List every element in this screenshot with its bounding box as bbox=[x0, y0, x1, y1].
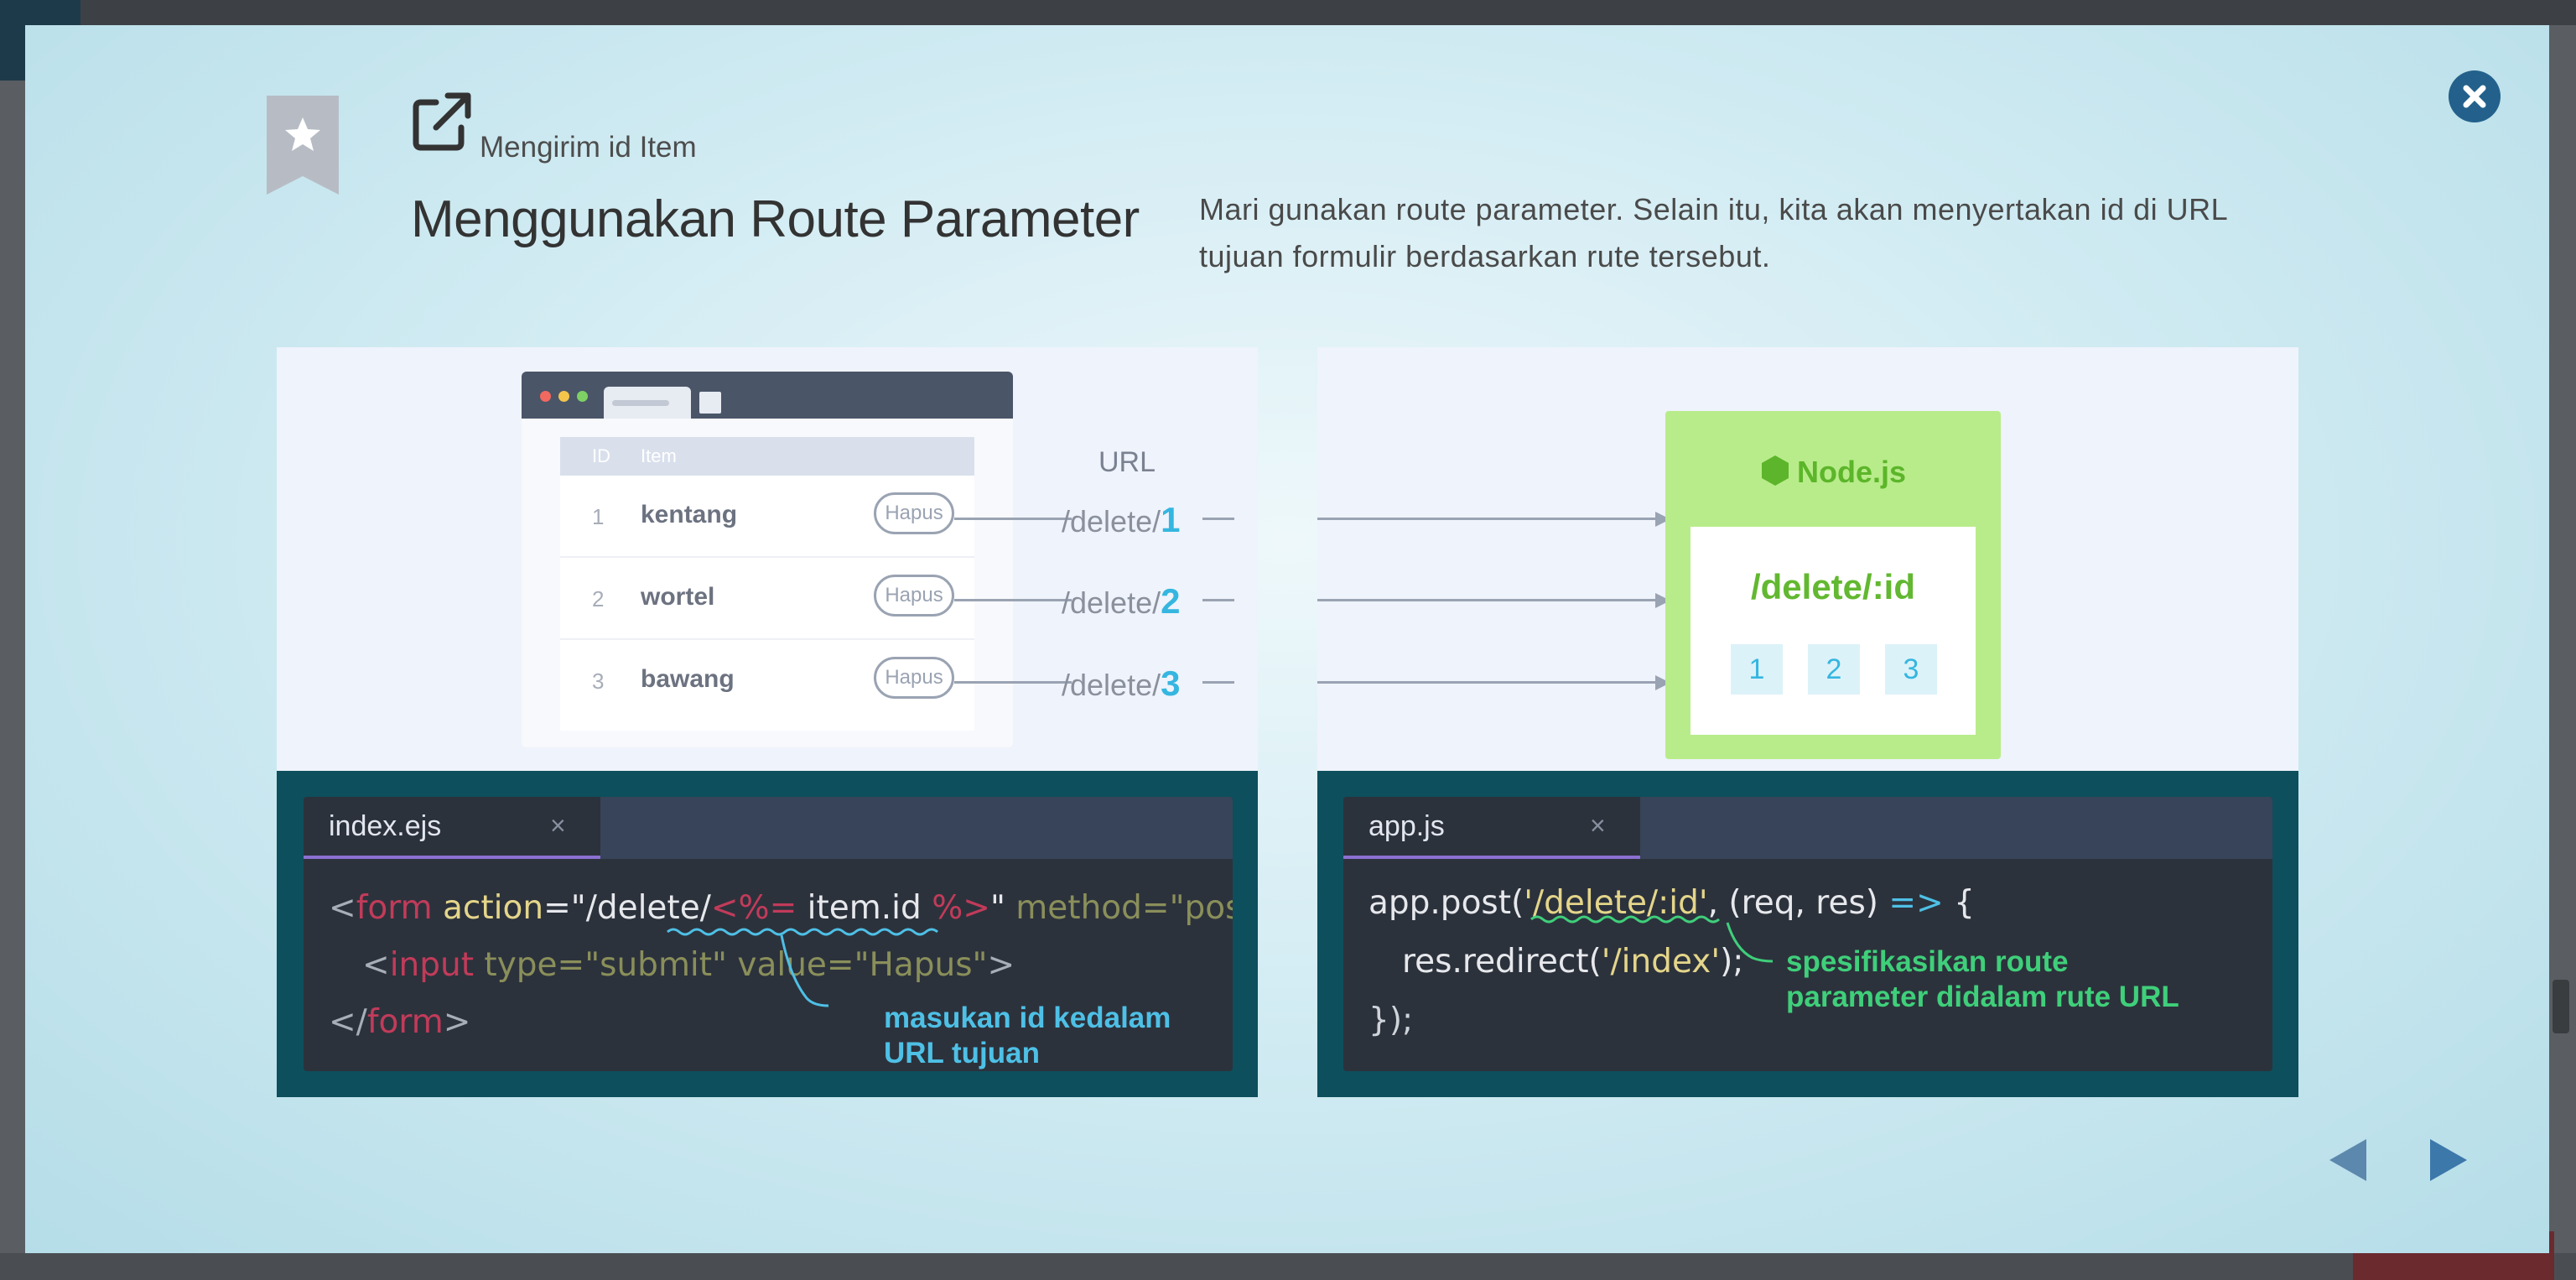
minimize-dot-icon bbox=[558, 391, 569, 402]
url-path-1: /delete/1 bbox=[1062, 500, 1181, 539]
close-icon bbox=[2463, 85, 2486, 108]
delete-button: Hapus bbox=[874, 657, 954, 699]
connector-line bbox=[1317, 681, 1659, 684]
table-header: ID Item bbox=[560, 437, 974, 476]
code-line-1: <form action="/delete/<%= item.id %>" me… bbox=[329, 889, 1233, 927]
row-item: wortel bbox=[641, 583, 715, 611]
tab-filename: index.ejs bbox=[329, 810, 442, 842]
bookmark-icon[interactable] bbox=[267, 96, 339, 195]
id-box: 3 bbox=[1885, 644, 1937, 695]
tab-index-ejs: index.ejs × bbox=[304, 797, 600, 859]
nodejs-server-box: Node.js /delete/:id 1 2 3 bbox=[1665, 411, 2001, 759]
row-item: kentang bbox=[641, 501, 738, 528]
row-id: 3 bbox=[592, 669, 605, 694]
browser-mockup: ID Item 1 kentang Hapus 2 wortel Hapus 3… bbox=[522, 372, 1013, 747]
close-dot-icon bbox=[540, 391, 551, 402]
nodejs-title: Node.js bbox=[1665, 455, 2001, 490]
browser-tab bbox=[604, 387, 691, 419]
editor-tabbar: app.js × bbox=[1343, 797, 2272, 859]
row-id: 2 bbox=[592, 586, 605, 611]
id-box: 1 bbox=[1731, 644, 1783, 695]
row-item: bawang bbox=[641, 665, 735, 693]
slide-description: Mari gunakan route parameter. Selain itu… bbox=[1199, 192, 2227, 273]
background-scrollbar bbox=[2553, 980, 2569, 1033]
connector-line bbox=[1202, 599, 1234, 601]
editor-app-js: app.js × app.post('/delete/:id', (req, r… bbox=[1343, 797, 2272, 1071]
code-line-3: }); bbox=[1368, 1002, 1414, 1039]
editor-tabbar: index.ejs × bbox=[304, 797, 1233, 859]
connector-line bbox=[954, 518, 1072, 520]
close-button[interactable] bbox=[2449, 70, 2501, 122]
next-slide-icon[interactable] bbox=[2430, 1139, 2467, 1181]
url-path-3: /delete/3 bbox=[1062, 663, 1181, 703]
annotation-pointer bbox=[1530, 915, 1774, 963]
tab-close-icon: × bbox=[1590, 810, 1606, 840]
table-row: 1 kentang Hapus bbox=[560, 476, 974, 558]
maximize-dot-icon bbox=[577, 391, 588, 402]
row-id: 1 bbox=[592, 504, 605, 529]
column-header-item: Item bbox=[641, 445, 677, 466]
url-path-2: /delete/2 bbox=[1062, 581, 1181, 621]
delete-button: Hapus bbox=[874, 575, 954, 617]
route-card: /delete/:id 1 2 3 bbox=[1690, 527, 1976, 735]
table-row: 3 bawang Hapus bbox=[560, 640, 974, 721]
item-table: ID Item 1 kentang Hapus 2 wortel Hapus 3… bbox=[560, 437, 974, 731]
slide-subtitle: Mengirim id Item bbox=[480, 131, 697, 164]
id-box: 2 bbox=[1808, 644, 1860, 695]
editor-index-ejs: index.ejs × <form action="/delete/<%= it… bbox=[304, 797, 1233, 1071]
table-row: 2 wortel Hapus bbox=[560, 558, 974, 640]
nodejs-hexagon-icon bbox=[1761, 455, 1789, 486]
connector-line bbox=[1202, 518, 1234, 520]
connector-line bbox=[1202, 681, 1234, 684]
previous-slide-icon[interactable] bbox=[2329, 1139, 2366, 1181]
column-header-id: ID bbox=[592, 445, 610, 466]
url-label: URL bbox=[1098, 446, 1156, 478]
tab-close-icon: × bbox=[550, 810, 566, 840]
annotation-left: masukan id kedalam URL tujuan bbox=[884, 1002, 1171, 1069]
connector-line bbox=[1317, 599, 1659, 601]
slide-title: Menggunakan Route Parameter bbox=[411, 190, 1140, 248]
browser-titlebar bbox=[522, 372, 1013, 419]
connector-line bbox=[954, 599, 1072, 601]
tab-app-js: app.js × bbox=[1343, 797, 1640, 859]
connector-line bbox=[954, 681, 1072, 684]
code-line-3: </form> bbox=[329, 1003, 471, 1041]
annotation-right: spesifikasikan route parameter didalam ru… bbox=[1786, 945, 2179, 1013]
background-bottombar bbox=[0, 1253, 2576, 1280]
connector-line bbox=[1317, 518, 1659, 520]
new-tab-icon bbox=[699, 392, 721, 414]
background-topbar bbox=[0, 0, 2576, 25]
slide-modal: Mengirim id Item Menggunakan Route Param… bbox=[25, 25, 2549, 1253]
tab-filename: app.js bbox=[1368, 810, 1445, 842]
delete-button: Hapus bbox=[874, 492, 954, 534]
route-pattern: /delete/:id bbox=[1750, 567, 1916, 606]
external-link-icon bbox=[413, 92, 471, 151]
